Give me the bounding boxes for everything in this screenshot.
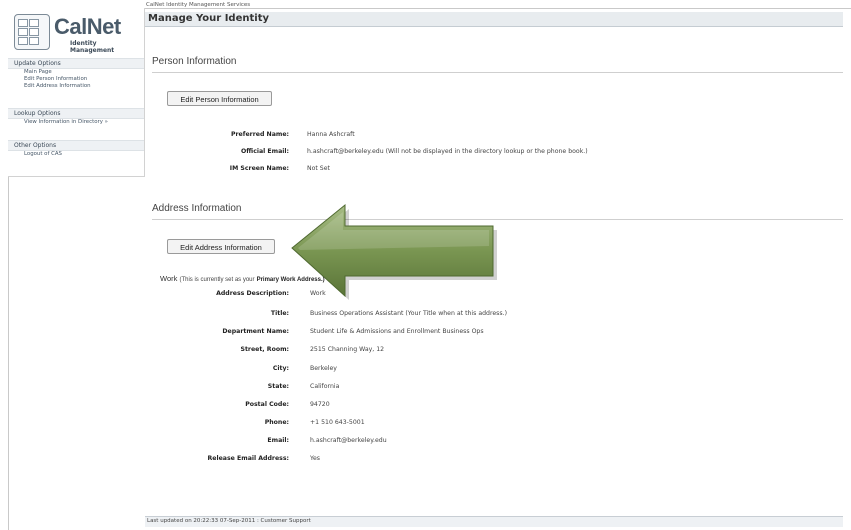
footer-text[interactable]: Last updated on 20:22:33 07-Sep-2011 : C… [147, 518, 311, 524]
footer-bar: Last updated on 20:22:33 07-Sep-2011 : C… [145, 516, 843, 527]
annotation-arrow-icon [291, 203, 497, 300]
